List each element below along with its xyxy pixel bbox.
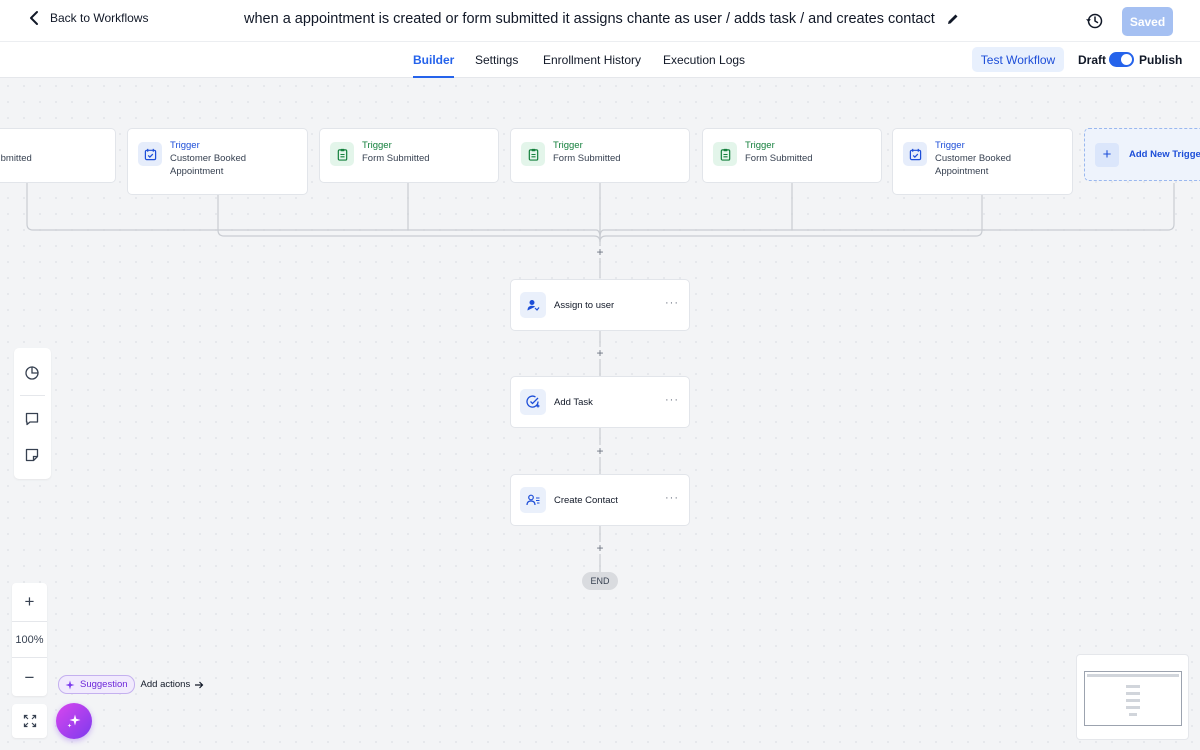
zoom-out-button[interactable]: − xyxy=(12,659,47,696)
more-options-icon[interactable]: ··· xyxy=(665,395,679,406)
expand-icon xyxy=(23,714,36,728)
minimap-node xyxy=(1126,685,1140,688)
tab-bar: Builder Settings Enrollment History Exec… xyxy=(0,42,1200,78)
clipboard-icon xyxy=(521,142,545,166)
add-new-trigger-button[interactable]: + Add New Trigger xyxy=(1084,128,1200,181)
fit-view-button[interactable] xyxy=(12,704,47,738)
arrow-right-icon xyxy=(195,681,204,688)
add-actions-link[interactable]: Add actions xyxy=(141,679,205,690)
pencil-icon[interactable] xyxy=(947,13,959,25)
minimap-node xyxy=(1126,706,1140,709)
end-node: END xyxy=(582,572,618,590)
add-step-plus-icon[interactable]: + xyxy=(594,246,606,258)
add-actions-label: Add actions xyxy=(140,679,191,690)
tab-execution-logs[interactable]: Execution Logs xyxy=(663,53,745,67)
trigger-kind: Trigger xyxy=(553,140,583,151)
pie-chart-icon[interactable] xyxy=(24,365,40,381)
minimap-node xyxy=(1126,699,1140,702)
tab-settings[interactable]: Settings xyxy=(475,53,518,67)
trigger-kind: Trigger xyxy=(935,140,965,151)
trigger-type: Customer Booked xyxy=(935,153,1012,164)
trigger-kind: er xyxy=(0,139,32,152)
suggestion-pill[interactable]: Suggestion xyxy=(58,675,135,694)
workflow-canvas[interactable]: er Submitted Trigger Customer Booked App… xyxy=(0,78,1200,750)
draft-label: Draft xyxy=(1078,53,1107,67)
action-label: Assign to user xyxy=(554,299,615,311)
action-label: Add Task xyxy=(554,396,593,408)
history-icon[interactable] xyxy=(1086,12,1104,30)
divider xyxy=(20,395,45,396)
ai-assistant-button[interactable] xyxy=(56,703,92,739)
workflow-title: when a appointment is created or form su… xyxy=(244,11,959,27)
minimap-node xyxy=(1129,713,1137,716)
top-bar: Back to Workflows when a appointment is … xyxy=(0,0,1200,42)
workflow-title-text: when a appointment is created or form su… xyxy=(244,11,935,27)
trigger-type: Customer Booked xyxy=(170,153,247,164)
chevron-left-icon xyxy=(30,11,38,25)
sticky-note-icon[interactable] xyxy=(24,447,40,463)
trigger-card[interactable]: er Submitted xyxy=(0,128,116,183)
assign-user-icon xyxy=(520,292,546,318)
magic-sparkle-icon xyxy=(67,714,81,728)
trigger-card[interactable]: Trigger Form Submitted xyxy=(319,128,499,183)
trigger-card[interactable]: Trigger Form Submitted xyxy=(510,128,690,183)
task-check-icon xyxy=(520,389,546,415)
more-options-icon[interactable]: ··· xyxy=(665,298,679,309)
suggestion-label: Suggestion xyxy=(80,679,128,690)
trigger-card[interactable]: Trigger Form Submitted xyxy=(702,128,882,183)
trigger-type-line2: Appointment xyxy=(170,166,224,177)
clipboard-icon xyxy=(713,142,737,166)
trigger-type: Submitted xyxy=(0,153,32,164)
action-card-add-task[interactable]: Add Task ··· xyxy=(510,376,690,428)
trigger-type: Form Submitted xyxy=(745,153,813,164)
add-step-plus-icon[interactable]: + xyxy=(594,445,606,457)
tab-enrollment-history[interactable]: Enrollment History xyxy=(543,53,641,67)
action-card-assign-user[interactable]: Assign to user ··· xyxy=(510,279,690,331)
action-card-create-contact[interactable]: Create Contact ··· xyxy=(510,474,690,526)
minimap-triggers xyxy=(1087,674,1179,677)
comment-icon[interactable] xyxy=(24,411,40,427)
calendar-check-icon xyxy=(903,142,927,166)
trigger-type: Form Submitted xyxy=(362,153,430,164)
publish-toggle[interactable] xyxy=(1109,52,1134,67)
suggestion-bar: Suggestion Add actions xyxy=(58,675,204,694)
clipboard-icon xyxy=(330,142,354,166)
minimap-node xyxy=(1126,692,1140,695)
contact-list-icon xyxy=(520,487,546,513)
trigger-kind: Trigger xyxy=(170,140,200,151)
back-label: Back to Workflows xyxy=(50,11,149,25)
tab-builder[interactable]: Builder xyxy=(413,53,455,78)
back-to-workflows-link[interactable]: Back to Workflows xyxy=(28,10,148,26)
zoom-in-button[interactable]: + xyxy=(12,583,47,620)
trigger-card[interactable]: Trigger Customer Booked Appointment xyxy=(127,128,308,195)
zoom-level: 100% xyxy=(12,621,47,658)
saved-button[interactable]: Saved xyxy=(1122,7,1173,36)
minimap[interactable] xyxy=(1076,654,1189,740)
trigger-kind: Trigger xyxy=(745,140,775,151)
test-workflow-button[interactable]: Test Workflow xyxy=(972,47,1064,72)
trigger-card[interactable]: Trigger Customer Booked Appointment xyxy=(892,128,1073,195)
sparkle-icon xyxy=(65,680,75,689)
zoom-controls: + 100% − xyxy=(12,583,47,696)
trigger-kind: Trigger xyxy=(362,140,392,151)
trigger-type: Form Submitted xyxy=(553,153,621,164)
publish-label: Publish xyxy=(1139,53,1183,67)
canvas-tools-panel xyxy=(14,348,51,479)
calendar-check-icon xyxy=(138,142,162,166)
add-step-plus-icon[interactable]: + xyxy=(594,347,606,359)
add-trigger-label: Add New Trigger xyxy=(1129,149,1200,160)
trigger-type-line2: Appointment xyxy=(935,166,989,177)
add-step-plus-icon[interactable]: + xyxy=(594,542,606,554)
action-label: Create Contact xyxy=(554,494,618,506)
more-options-icon[interactable]: ··· xyxy=(665,493,679,504)
plus-icon: + xyxy=(1095,142,1119,167)
